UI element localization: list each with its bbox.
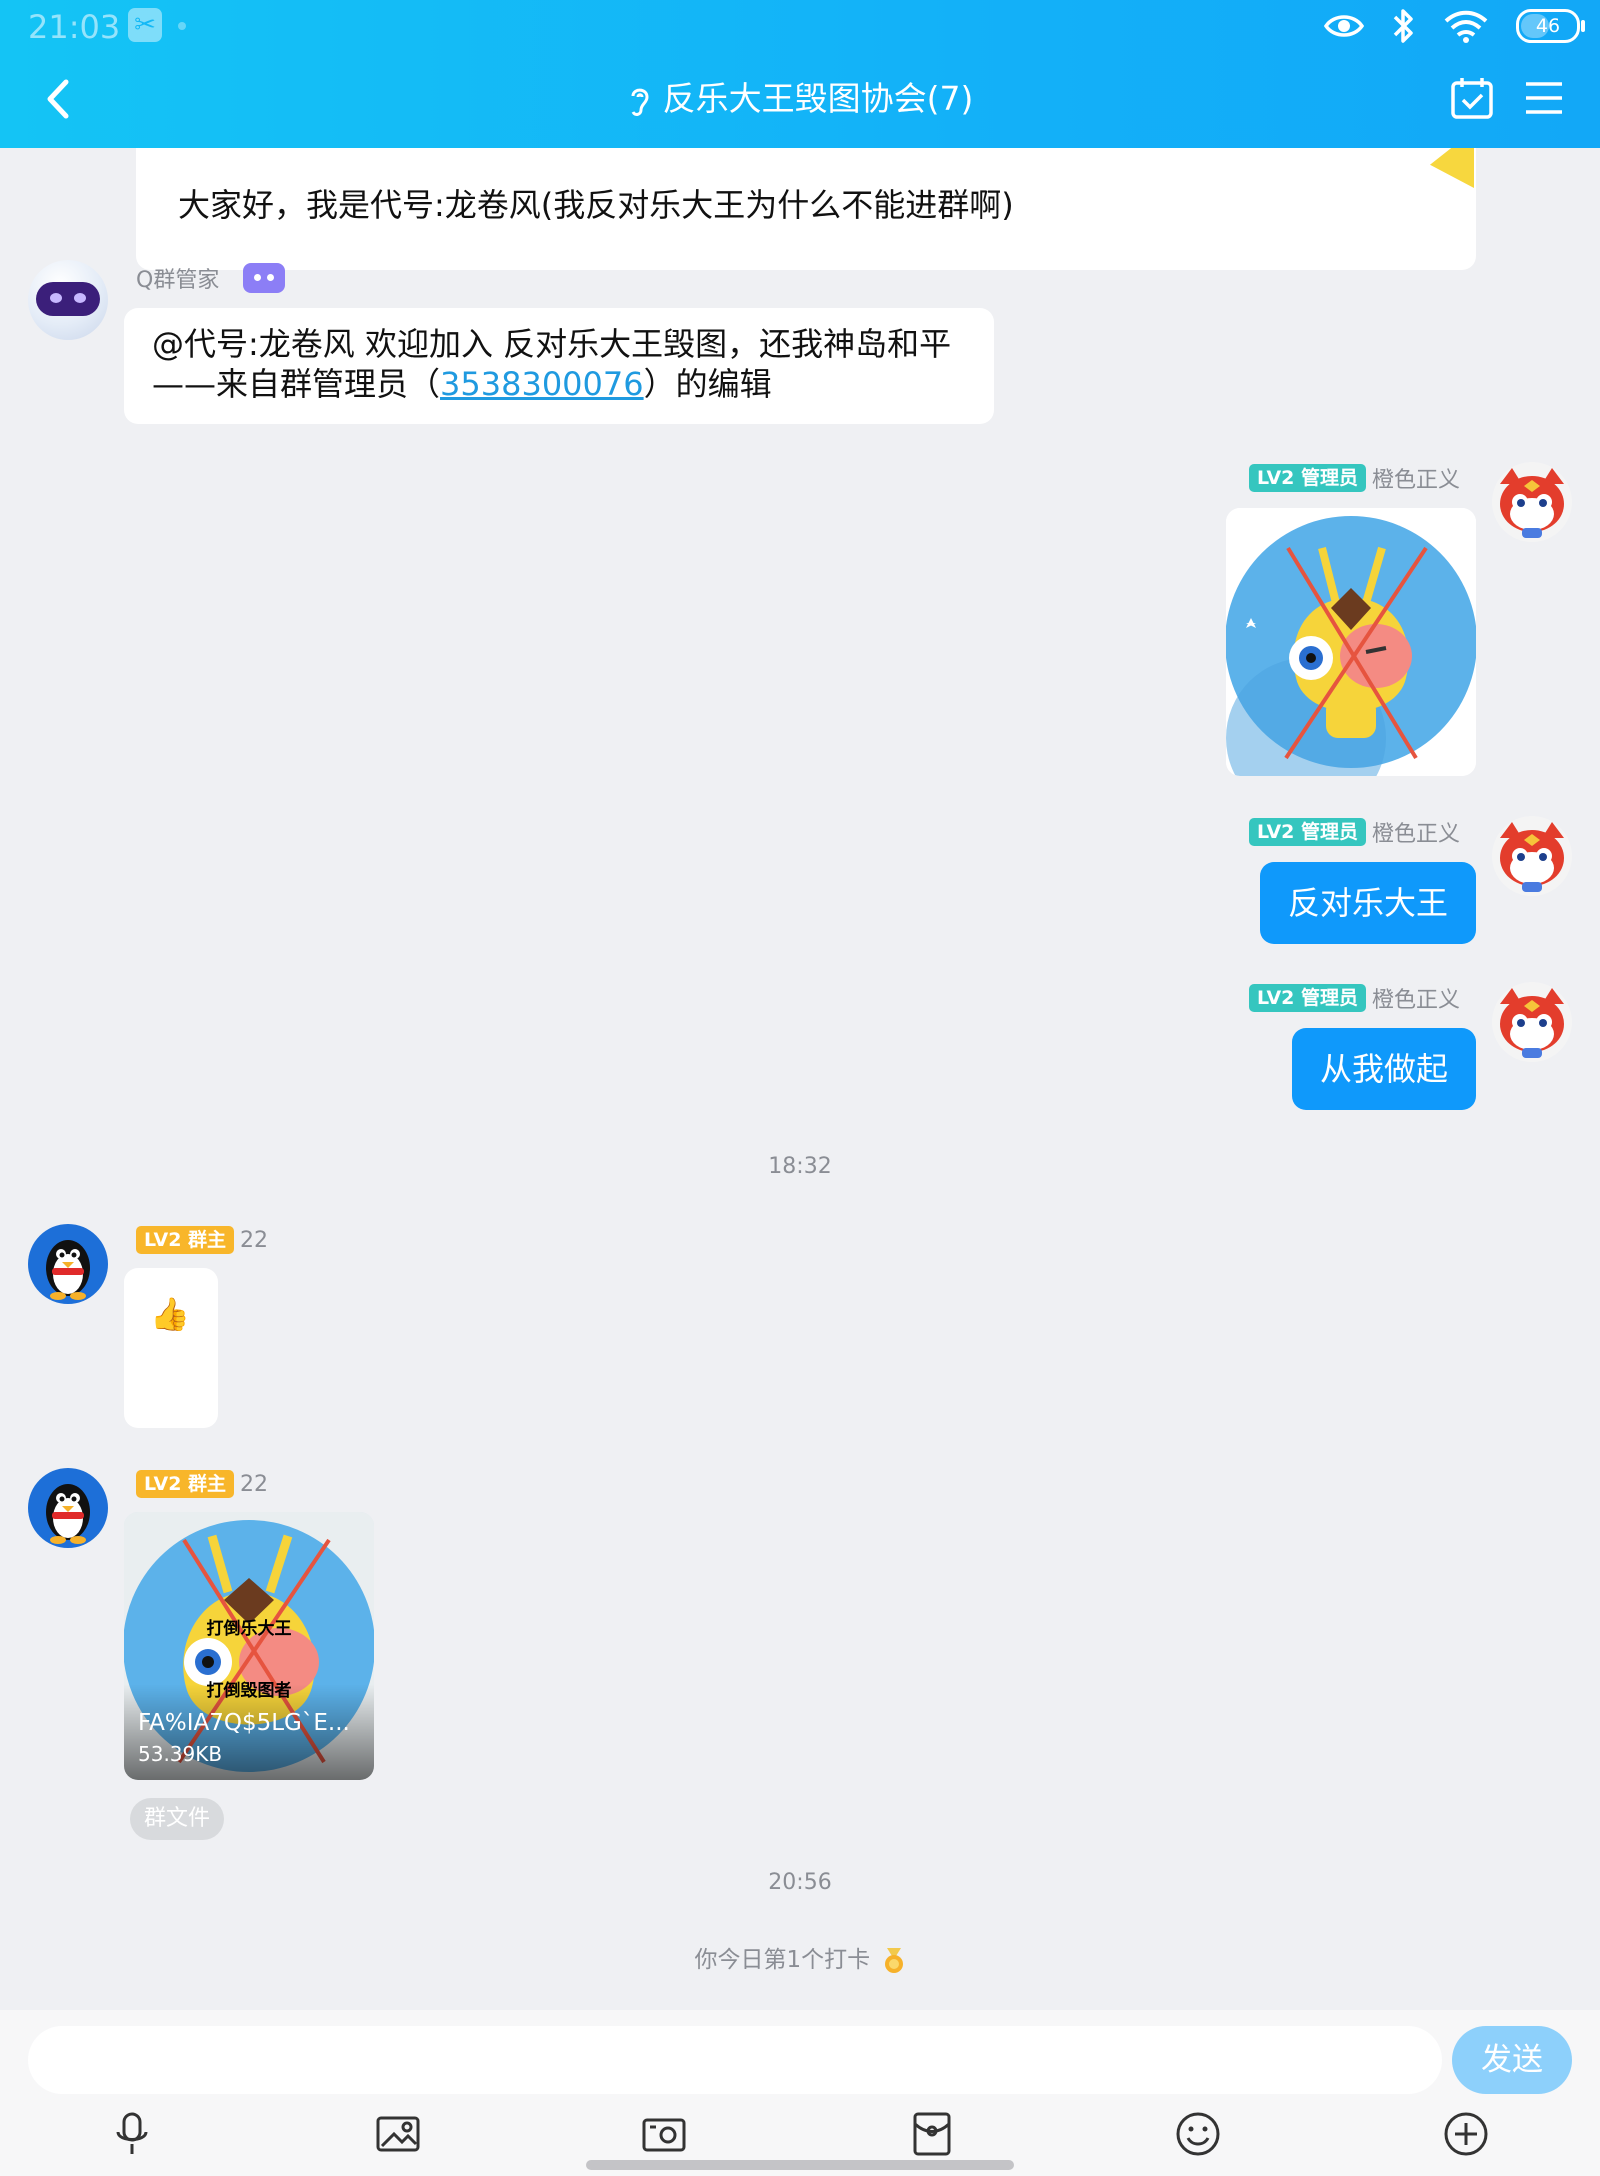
admin-avatar[interactable] (1492, 462, 1572, 542)
admin-avatar[interactable] (1492, 982, 1572, 1062)
file-message[interactable]: 打倒乐大王 打倒毁图者 FA%IA7Q$5LG`E... 53.39KB (124, 1512, 374, 1780)
bot-avatar[interactable] (28, 260, 108, 340)
thumbs-up-icon: 👍 (150, 1295, 190, 1333)
bot-name: Q群管家 (136, 268, 220, 293)
chat-messages[interactable]: 大家好，我是代号:龙卷风(我反对乐大王为什么不能进群啊) Q群管家 @代号:龙卷… (0, 148, 1600, 2010)
status-icons: 46 (1324, 4, 1585, 48)
red-packet-icon[interactable] (908, 2110, 956, 2158)
bot-message-prefix: ——来自群管理员（ (152, 365, 441, 403)
message-input[interactable] (28, 2026, 1442, 2094)
input-bar: 发送 (0, 2010, 1600, 2176)
intro-card[interactable]: 大家好，我是代号:龙卷风(我反对乐大王为什么不能进群啊) (136, 148, 1476, 270)
bot-message-line1: @代号:龙卷风 欢迎加入 反对乐大王毁图，还我神岛和平 (152, 325, 952, 363)
admin-badge: LV2 管理员 (1248, 984, 1366, 1012)
file-name: FA%IA7Q$5LG`E... (138, 1710, 350, 1736)
bot-message-line2: ——来自群管理员（3538300076）的编辑 (152, 364, 772, 404)
group-file-tag[interactable]: 群文件 (130, 1798, 225, 1840)
admin-sender-line: LV2 管理员 橙色正义 (1248, 982, 1460, 1014)
owner-avatar[interactable] (28, 1224, 108, 1304)
admin-message-bubble[interactable]: 反对乐大王 (1259, 862, 1476, 944)
admin-name: 橙色正义 (1371, 822, 1460, 847)
admin-badge: LV2 管理员 (1248, 464, 1366, 492)
owner-badge: LV2 群主 (136, 1226, 235, 1254)
timestamp: 20:56 (768, 1870, 832, 1895)
owner-sender-line: LV2 群主 22 (136, 1470, 268, 1498)
image-message[interactable] (1226, 508, 1476, 776)
image-caption-top: 打倒乐大王 (206, 1619, 292, 1639)
image-icon[interactable] (374, 2110, 422, 2158)
chat-title[interactable]: 反乐大王毁图协会(7) (0, 72, 1600, 126)
eye-icon (1324, 15, 1364, 37)
emoji-message-bubble[interactable]: 👍 (124, 1268, 218, 1428)
menu-icon[interactable] (1524, 78, 1564, 118)
ear-icon (631, 88, 649, 116)
home-indicator[interactable] (586, 2160, 1014, 2170)
admin-sender-line: LV2 管理员 橙色正义 (1248, 462, 1460, 494)
admin-sender-line: LV2 管理员 橙色正义 (1248, 816, 1460, 848)
file-size: 53.39KB (138, 1742, 223, 1766)
battery-indicator: 46 (1516, 9, 1585, 43)
plus-icon[interactable] (1442, 2110, 1490, 2158)
intro-text: 大家好，我是代号:龙卷风(我反对乐大王为什么不能进群啊) (178, 186, 1014, 224)
bot-sender-line: Q群管家 (136, 262, 286, 294)
wifi-icon (1444, 10, 1488, 43)
robot-icon (243, 263, 286, 293)
admin-id-link[interactable]: 3538300076 (440, 365, 644, 403)
emoji-icon[interactable] (1174, 2110, 1222, 2158)
checkin-text: 你今日第1个打卡 (694, 1947, 871, 1973)
medal-icon (885, 1947, 904, 1973)
bluetooth-icon (1393, 9, 1413, 43)
admin-message-bubble[interactable]: 从我做起 (1291, 1028, 1476, 1110)
bot-message-suffix: ）的编辑 (643, 365, 772, 403)
send-button[interactable]: 发送 (1452, 2026, 1572, 2094)
checkin-notice[interactable]: 你今日第1个打卡 (0, 1940, 1600, 1974)
screenshot-icon: ✂ (128, 8, 162, 42)
chat-title-text: 反乐大王毁图协会(7) (662, 79, 974, 118)
camera-icon[interactable] (640, 2110, 688, 2158)
admin-badge: LV2 管理员 (1248, 818, 1366, 846)
admin-name: 橙色正义 (1371, 988, 1460, 1013)
owner-name: 22 (240, 1471, 269, 1497)
notification-dot (178, 22, 186, 30)
microphone-icon[interactable] (108, 2110, 156, 2158)
owner-sender-line: LV2 群主 22 (136, 1226, 268, 1254)
owner-badge: LV2 群主 (136, 1470, 235, 1498)
owner-name: 22 (240, 1227, 269, 1253)
corner-tag-icon (1430, 148, 1474, 188)
admin-avatar[interactable] (1492, 816, 1572, 896)
chat-header: 21:03 ✂ 46 反乐大王毁图协会(7) (0, 0, 1600, 148)
owner-avatar[interactable] (28, 1468, 108, 1548)
battery-level: 46 (1535, 15, 1561, 37)
timestamp: 18:32 (768, 1154, 832, 1179)
status-time: 21:03 (28, 8, 121, 46)
admin-name: 橙色正义 (1371, 468, 1460, 493)
calendar-check-icon[interactable] (1450, 76, 1494, 120)
bot-message-bubble[interactable]: @代号:龙卷风 欢迎加入 反对乐大王毁图，还我神岛和平 ——来自群管理员（353… (124, 308, 994, 424)
